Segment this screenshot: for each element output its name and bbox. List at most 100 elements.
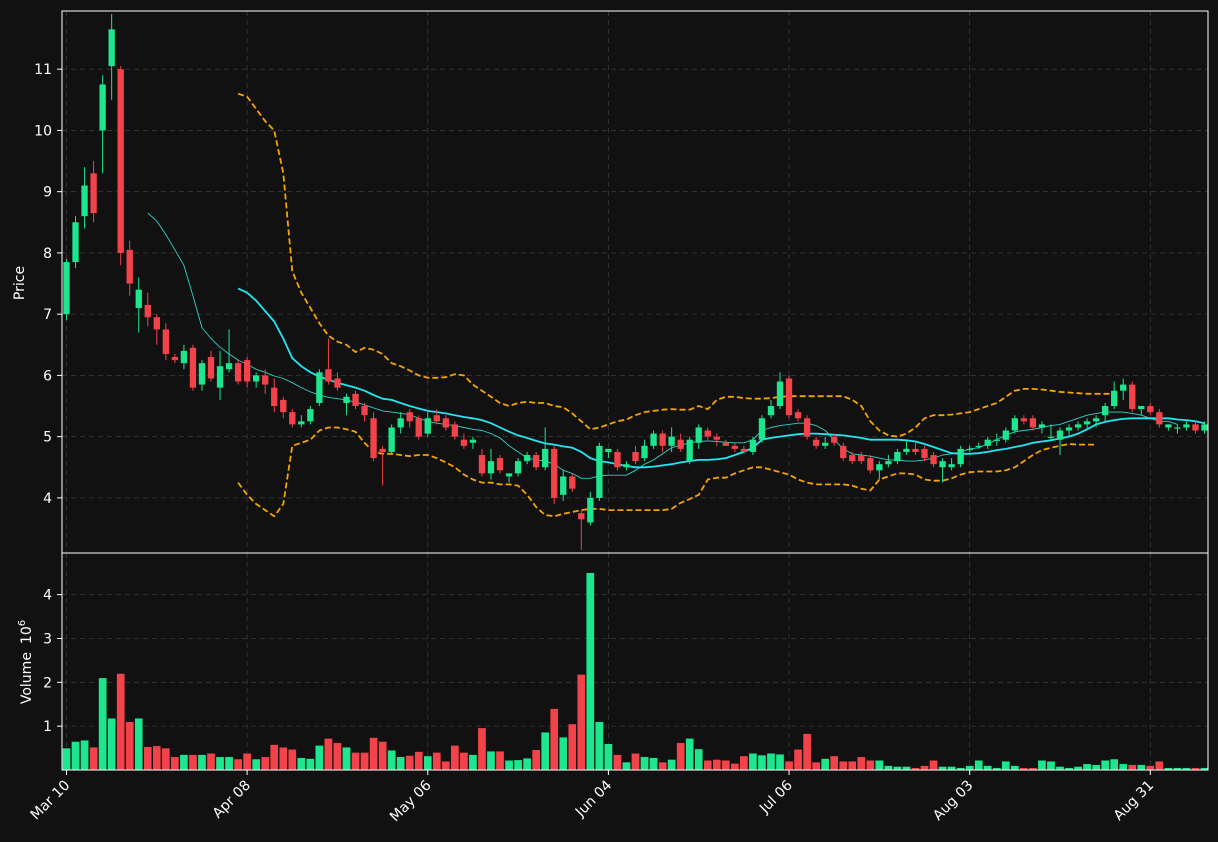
volume-bar	[486, 750, 496, 771]
candle-body	[722, 442, 729, 446]
candle-body	[442, 418, 449, 428]
volume-bar	[595, 721, 604, 771]
candle-body	[153, 317, 160, 330]
candle-body	[1083, 421, 1091, 425]
price-tick-label: 4	[43, 491, 52, 507]
volume-bar	[793, 749, 803, 771]
volume-bar	[152, 745, 162, 771]
volume-bar	[685, 738, 694, 771]
candle-body	[289, 412, 296, 425]
candle-body	[216, 366, 224, 388]
volume-bar	[513, 759, 523, 771]
candle-body	[180, 350, 188, 364]
candle-body	[596, 445, 603, 498]
volume-axis-label-unit: 10	[19, 626, 35, 644]
candle-body	[803, 418, 811, 437]
candle-body	[551, 448, 558, 498]
volume-bar	[333, 742, 342, 771]
volume-axis-label-exponent: 6	[17, 620, 28, 626]
volume-bar	[423, 755, 433, 771]
volume-bar	[459, 752, 469, 771]
candle-body	[632, 451, 639, 462]
candle-body	[171, 357, 179, 361]
volume-bar	[369, 737, 378, 771]
candle-body	[921, 448, 928, 459]
candle-body	[307, 409, 314, 422]
volume-bar	[748, 753, 758, 771]
candle-body	[1174, 427, 1181, 429]
price-tick-label: 11	[34, 62, 52, 78]
price-tick-label: 10	[34, 123, 52, 139]
candle-body	[930, 455, 937, 465]
volume-bar	[676, 742, 685, 771]
candle-body	[903, 448, 910, 452]
volume-bar	[360, 752, 369, 771]
volume-bar	[396, 756, 405, 771]
volume-bar	[269, 744, 279, 771]
candle-body	[1147, 406, 1154, 413]
volume-bar	[857, 756, 866, 771]
candle-body	[505, 473, 513, 477]
volume-bar	[820, 758, 830, 771]
candle-body	[767, 406, 775, 416]
candle-body	[939, 461, 946, 468]
candle-body	[334, 378, 341, 388]
volume-bar	[224, 756, 234, 771]
volume-bar	[405, 755, 414, 771]
candle-body	[234, 363, 242, 382]
candle-body	[198, 363, 206, 385]
candle-body	[623, 464, 630, 468]
candle-body	[1056, 430, 1064, 440]
volume-bar	[62, 747, 71, 771]
volume-bar	[342, 747, 351, 771]
candle-body	[758, 418, 766, 440]
candle-body	[135, 289, 142, 309]
volume-bar	[847, 761, 857, 771]
candle-body	[840, 445, 847, 459]
candle-body	[352, 393, 359, 407]
candle-body	[912, 448, 919, 452]
candle-body	[243, 360, 251, 382]
candle-body	[1192, 424, 1199, 431]
candle-body	[189, 347, 197, 388]
volume-bar	[784, 761, 794, 771]
volume-bar	[477, 727, 487, 771]
volume-bar	[884, 765, 893, 771]
candle-body	[496, 458, 504, 471]
candle-body	[262, 375, 269, 385]
volume-bar	[712, 759, 722, 771]
candle-body	[785, 378, 793, 416]
volume-bar	[143, 746, 153, 771]
candle-body	[686, 439, 693, 462]
candle-body	[614, 451, 621, 468]
candlestick-chart: 4567891011 1234 Mar 10 Apr 08 May 06 Jun 04…	[0, 0, 1218, 842]
candle-body	[1065, 427, 1073, 431]
volume-bar	[802, 733, 812, 771]
volume-bar	[71, 741, 80, 771]
volume-bar	[179, 754, 189, 771]
candle-body	[1011, 418, 1018, 431]
volume-bar	[233, 758, 243, 771]
volume-bar	[116, 673, 125, 771]
volume-bar	[1109, 758, 1119, 771]
volume-bar	[188, 754, 198, 771]
candle-body	[677, 439, 684, 449]
volume-bar	[288, 749, 297, 771]
candle-body	[225, 363, 233, 370]
volume-bar	[125, 721, 134, 771]
volume-bar	[866, 760, 875, 771]
volume-bar	[667, 759, 676, 771]
candle-body	[361, 406, 368, 416]
candle-body	[207, 357, 215, 379]
volume-bar	[504, 760, 514, 771]
volume-bar	[613, 754, 622, 771]
candle-body	[542, 448, 549, 468]
volume-bar	[983, 765, 993, 771]
price-axis-label: Price	[12, 266, 28, 300]
candle-body	[271, 387, 278, 407]
volume-bar	[432, 752, 442, 771]
candle-body	[370, 418, 377, 459]
candle-body	[379, 448, 386, 452]
candle-body	[831, 436, 838, 443]
volume-bar	[89, 747, 98, 771]
